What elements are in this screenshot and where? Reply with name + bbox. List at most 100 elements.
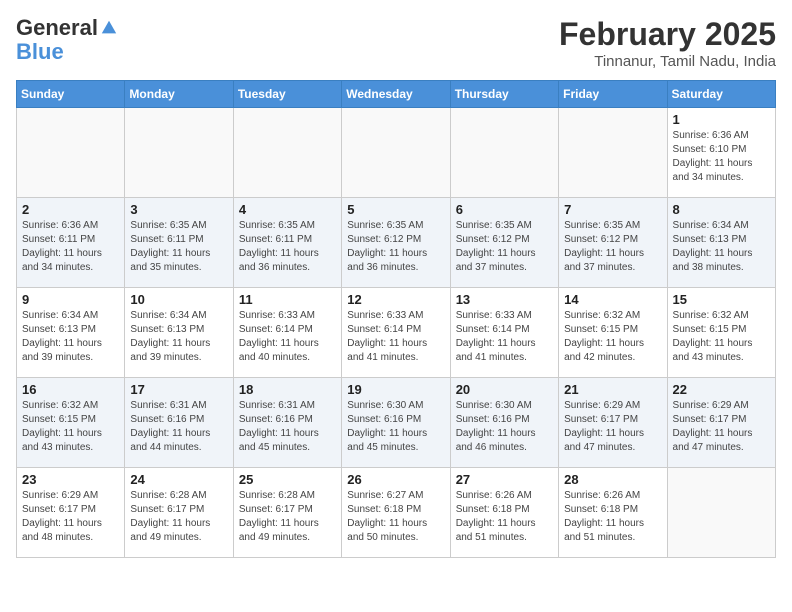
page-header: General Blue February 2025 Tinnanur, Tam…: [16, 16, 776, 70]
day-number: 6: [456, 202, 553, 217]
day-info: Sunrise: 6:26 AMSunset: 6:18 PMDaylight:…: [456, 489, 553, 545]
day-info: Sunrise: 6:29 AMSunset: 6:17 PMDaylight:…: [564, 399, 661, 455]
day-number: 24: [130, 472, 227, 487]
calendar-cell: 10 Sunrise: 6:34 AMSunset: 6:13 PMDayligh…: [125, 288, 233, 378]
day-number: 2: [22, 202, 119, 217]
day-info: Sunrise: 6:30 AMSunset: 6:16 PMDaylight:…: [347, 399, 444, 455]
calendar-cell: 6 Sunrise: 6:35 AMSunset: 6:12 PMDaylight…: [450, 198, 558, 288]
day-info: Sunrise: 6:29 AMSunset: 6:17 PMDaylight:…: [673, 399, 770, 455]
calendar-week-row: 2 Sunrise: 6:36 AMSunset: 6:11 PMDaylight…: [17, 198, 776, 288]
day-number: 13: [456, 292, 553, 307]
day-number: 15: [673, 292, 770, 307]
calendar-table: SundayMondayTuesdayWednesdayThursdayFrid…: [16, 80, 776, 558]
day-info: Sunrise: 6:33 AMSunset: 6:14 PMDaylight:…: [347, 309, 444, 365]
day-info: Sunrise: 6:35 AMSunset: 6:12 PMDaylight:…: [347, 219, 444, 275]
title-section: February 2025 Tinnanur, Tamil Nadu, Indi…: [559, 16, 776, 70]
calendar-week-row: 23 Sunrise: 6:29 AMSunset: 6:17 PMDayligh…: [17, 468, 776, 558]
calendar-cell: 24 Sunrise: 6:28 AMSunset: 6:17 PMDayligh…: [125, 468, 233, 558]
calendar-cell: 18 Sunrise: 6:31 AMSunset: 6:16 PMDayligh…: [233, 378, 341, 468]
calendar-cell: 1 Sunrise: 6:36 AMSunset: 6:10 PMDaylight…: [667, 108, 775, 198]
calendar-cell: 3 Sunrise: 6:35 AMSunset: 6:11 PMDaylight…: [125, 198, 233, 288]
calendar-cell: 26 Sunrise: 6:27 AMSunset: 6:18 PMDayligh…: [342, 468, 450, 558]
calendar-week-row: 9 Sunrise: 6:34 AMSunset: 6:13 PMDaylight…: [17, 288, 776, 378]
header-monday: Monday: [125, 81, 233, 108]
calendar-cell: 12 Sunrise: 6:33 AMSunset: 6:14 PMDayligh…: [342, 288, 450, 378]
location-title: Tinnanur, Tamil Nadu, India: [559, 53, 776, 70]
calendar-cell: [450, 108, 558, 198]
logo-text-general: General: [16, 16, 98, 40]
calendar-cell: 9 Sunrise: 6:34 AMSunset: 6:13 PMDaylight…: [17, 288, 125, 378]
day-number: 22: [673, 382, 770, 397]
calendar-cell: [125, 108, 233, 198]
calendar-cell: 16 Sunrise: 6:32 AMSunset: 6:15 PMDayligh…: [17, 378, 125, 468]
day-number: 17: [130, 382, 227, 397]
day-info: Sunrise: 6:31 AMSunset: 6:16 PMDaylight:…: [130, 399, 227, 455]
calendar-cell: 17 Sunrise: 6:31 AMSunset: 6:16 PMDayligh…: [125, 378, 233, 468]
calendar-cell: 19Sunrise: 6:30 AMSunset: 6:16 PMDayligh…: [342, 378, 450, 468]
day-number: 1: [673, 112, 770, 127]
calendar-week-row: 1 Sunrise: 6:36 AMSunset: 6:10 PMDaylight…: [17, 108, 776, 198]
calendar-cell: 25Sunrise: 6:28 AMSunset: 6:17 PMDayligh…: [233, 468, 341, 558]
day-number: 27: [456, 472, 553, 487]
day-info: Sunrise: 6:30 AMSunset: 6:16 PMDaylight:…: [456, 399, 553, 455]
logo: General Blue: [16, 16, 118, 64]
day-number: 28: [564, 472, 661, 487]
day-number: 16: [22, 382, 119, 397]
calendar-cell: [233, 108, 341, 198]
day-info: Sunrise: 6:28 AMSunset: 6:17 PMDaylight:…: [130, 489, 227, 545]
day-info: Sunrise: 6:36 AMSunset: 6:11 PMDaylight:…: [22, 219, 119, 275]
calendar-cell: 20Sunrise: 6:30 AMSunset: 6:16 PMDayligh…: [450, 378, 558, 468]
day-info: Sunrise: 6:32 AMSunset: 6:15 PMDaylight:…: [22, 399, 119, 455]
calendar-cell: 14Sunrise: 6:32 AMSunset: 6:15 PMDayligh…: [559, 288, 667, 378]
calendar-cell: 22 Sunrise: 6:29 AMSunset: 6:17 PMDayligh…: [667, 378, 775, 468]
calendar-cell: 11Sunrise: 6:33 AMSunset: 6:14 PMDayligh…: [233, 288, 341, 378]
day-number: 3: [130, 202, 227, 217]
calendar-week-row: 16 Sunrise: 6:32 AMSunset: 6:15 PMDayligh…: [17, 378, 776, 468]
calendar-cell: [667, 468, 775, 558]
header-thursday: Thursday: [450, 81, 558, 108]
day-info: Sunrise: 6:35 AMSunset: 6:11 PMDaylight:…: [239, 219, 336, 275]
day-info: Sunrise: 6:35 AMSunset: 6:12 PMDaylight:…: [564, 219, 661, 275]
day-number: 7: [564, 202, 661, 217]
day-info: Sunrise: 6:33 AMSunset: 6:14 PMDaylight:…: [456, 309, 553, 365]
day-info: Sunrise: 6:34 AMSunset: 6:13 PMDaylight:…: [673, 219, 770, 275]
day-number: 26: [347, 472, 444, 487]
calendar-cell: 27 Sunrise: 6:26 AMSunset: 6:18 PMDayligh…: [450, 468, 558, 558]
header-wednesday: Wednesday: [342, 81, 450, 108]
header-sunday: Sunday: [17, 81, 125, 108]
calendar-cell: 15 Sunrise: 6:32 AMSunset: 6:15 PMDayligh…: [667, 288, 775, 378]
day-info: Sunrise: 6:26 AMSunset: 6:18 PMDaylight:…: [564, 489, 661, 545]
day-info: Sunrise: 6:35 AMSunset: 6:12 PMDaylight:…: [456, 219, 553, 275]
calendar-cell: 13 Sunrise: 6:33 AMSunset: 6:14 PMDayligh…: [450, 288, 558, 378]
day-info: Sunrise: 6:31 AMSunset: 6:16 PMDaylight:…: [239, 399, 336, 455]
logo-text-blue: Blue: [16, 40, 64, 64]
day-number: 12: [347, 292, 444, 307]
day-info: Sunrise: 6:32 AMSunset: 6:15 PMDaylight:…: [673, 309, 770, 365]
calendar-cell: [17, 108, 125, 198]
calendar-header-row: SundayMondayTuesdayWednesdayThursdayFrid…: [17, 81, 776, 108]
calendar-cell: [559, 108, 667, 198]
day-info: Sunrise: 6:34 AMSunset: 6:13 PMDaylight:…: [22, 309, 119, 365]
day-number: 9: [22, 292, 119, 307]
day-info: Sunrise: 6:29 AMSunset: 6:17 PMDaylight:…: [22, 489, 119, 545]
header-friday: Friday: [559, 81, 667, 108]
calendar-cell: 21Sunrise: 6:29 AMSunset: 6:17 PMDayligh…: [559, 378, 667, 468]
calendar-cell: 28 Sunrise: 6:26 AMSunset: 6:18 PMDayligh…: [559, 468, 667, 558]
day-info: Sunrise: 6:27 AMSunset: 6:18 PMDaylight:…: [347, 489, 444, 545]
calendar-cell: 23 Sunrise: 6:29 AMSunset: 6:17 PMDayligh…: [17, 468, 125, 558]
calendar-cell: 7 Sunrise: 6:35 AMSunset: 6:12 PMDaylight…: [559, 198, 667, 288]
day-number: 4: [239, 202, 336, 217]
logo-icon: [100, 19, 118, 37]
day-number: 18: [239, 382, 336, 397]
day-number: 11: [239, 292, 336, 307]
day-info: Sunrise: 6:28 AMSunset: 6:17 PMDaylight:…: [239, 489, 336, 545]
calendar-cell: [342, 108, 450, 198]
day-number: 23: [22, 472, 119, 487]
day-number: 14: [564, 292, 661, 307]
day-info: Sunrise: 6:34 AMSunset: 6:13 PMDaylight:…: [130, 309, 227, 365]
month-title: February 2025: [559, 16, 776, 53]
day-info: Sunrise: 6:36 AMSunset: 6:10 PMDaylight:…: [673, 129, 770, 185]
day-info: Sunrise: 6:35 AMSunset: 6:11 PMDaylight:…: [130, 219, 227, 275]
calendar-cell: 8Sunrise: 6:34 AMSunset: 6:13 PMDaylight…: [667, 198, 775, 288]
day-number: 10: [130, 292, 227, 307]
